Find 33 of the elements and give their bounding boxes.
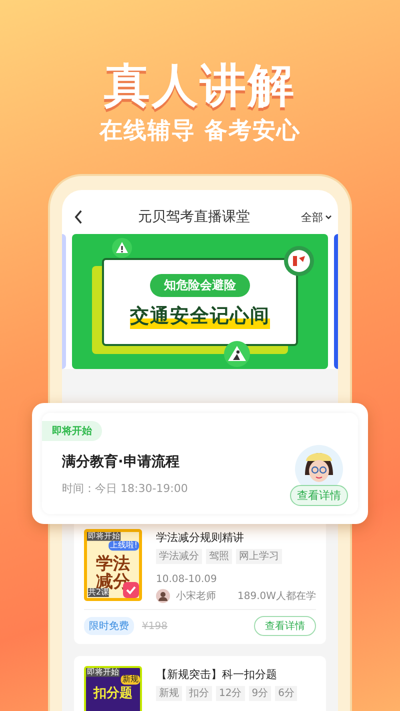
course-tag: 驾照	[206, 549, 232, 564]
course-tag: 网上学习	[236, 549, 282, 564]
avatar-icon	[156, 589, 170, 603]
thumb-status: 即将开始	[86, 668, 120, 677]
page-title: 元贝驾考直播课堂	[137, 208, 251, 226]
teacher-name: 小宋老师	[176, 590, 216, 603]
thumb-title: 扣分题	[94, 687, 132, 701]
learner-count: 189.0W人都在学	[237, 590, 316, 603]
course-tag: 学法减分	[156, 549, 202, 564]
promo-subtitle: 在线辅导 备考安心	[99, 117, 300, 146]
live-time: 时间：今日 18:30-19:00	[62, 481, 189, 496]
banner-badge: 知危险会避险	[150, 274, 250, 297]
course-tag: 6分	[275, 686, 298, 701]
original-price: ¥198	[142, 620, 168, 632]
course-tag: 扣分	[186, 686, 212, 701]
course-title: 【新规突击】科一扣分题	[156, 668, 278, 682]
course-tag: 9分	[248, 686, 272, 701]
live-title: 满分教育·申请流程	[62, 453, 180, 471]
thumb-lesson-count: 共2课	[88, 588, 110, 597]
details-button[interactable]: 查看详情	[254, 616, 316, 636]
course-tag: 新规	[156, 686, 182, 701]
course-title: 学法减分规则精讲	[156, 531, 245, 545]
thumb-tag: 上线啦!	[108, 541, 139, 551]
course-tag: 12分	[216, 686, 245, 701]
caret-icon	[325, 214, 332, 220]
filter-dropdown[interactable]: 全部	[301, 210, 332, 224]
price-tag: 限时免费	[84, 617, 134, 635]
status-badge: 即将开始	[42, 421, 102, 441]
promo-headline: 真人讲解	[104, 58, 296, 112]
details-button[interactable]: 查看详情	[290, 485, 348, 506]
thumb-tag: 新规	[120, 675, 140, 685]
thumb-status: 即将开始	[87, 532, 121, 541]
course-dates: 10.08-10.09	[156, 574, 218, 585]
